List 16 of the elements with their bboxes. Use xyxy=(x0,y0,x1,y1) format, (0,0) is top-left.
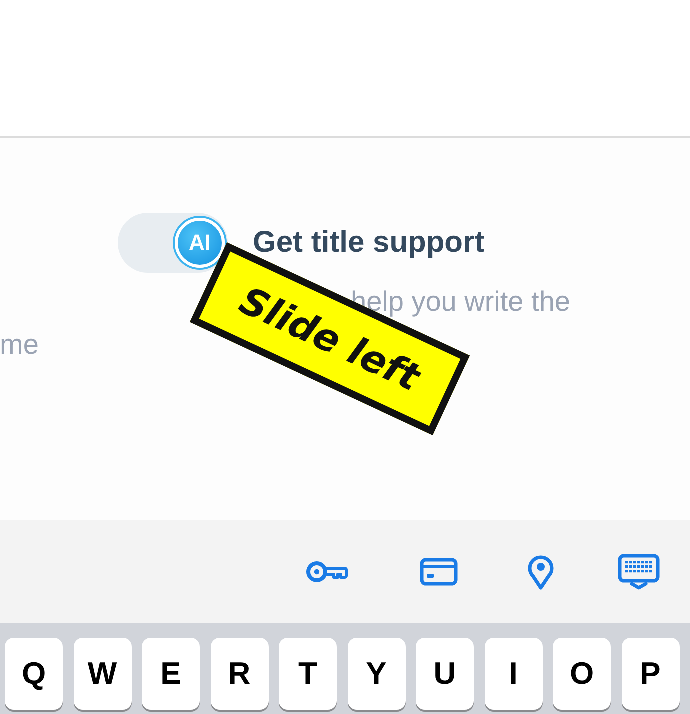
keyboard-key[interactable]: P xyxy=(622,638,680,710)
location-pin-icon[interactable] xyxy=(528,554,554,590)
keyboard-key[interactable]: O xyxy=(553,638,611,710)
keyboard-key[interactable]: U xyxy=(416,638,474,710)
keyboard-key[interactable]: T xyxy=(279,638,337,710)
keyboard-key[interactable]: Q xyxy=(5,638,63,710)
keyboard-key[interactable]: R xyxy=(210,638,268,710)
keyboard-key[interactable]: E xyxy=(142,638,200,710)
keyboard-dismiss-icon[interactable] xyxy=(618,554,660,590)
description-text: me xyxy=(0,328,39,362)
keyboard-key[interactable]: Y xyxy=(348,638,406,710)
ai-thumb: AI xyxy=(175,218,225,268)
key-icon[interactable] xyxy=(306,560,348,584)
keyboard-key[interactable]: W xyxy=(74,638,132,710)
card-icon[interactable] xyxy=(420,558,458,586)
keyboard-key[interactable]: I xyxy=(484,638,542,710)
